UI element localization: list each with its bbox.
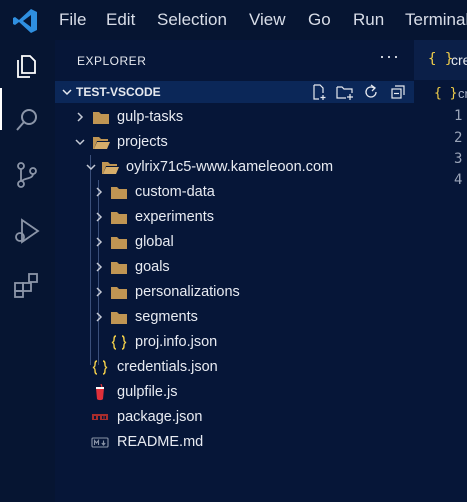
tree-item-goals[interactable]: goals	[55, 255, 414, 280]
tree-item-readme-md[interactable]: README.md	[55, 430, 414, 455]
menu-view[interactable]: View	[249, 10, 286, 30]
extensions-icon[interactable]	[12, 270, 42, 300]
chevron-down-icon	[62, 89, 72, 96]
menu-file[interactable]: File	[59, 10, 86, 30]
menu-bar: File Edit Selection View Go Run Terminal	[0, 0, 467, 40]
tree-item-experiments[interactable]: experiments	[55, 205, 414, 230]
tree-item-label: global	[135, 234, 174, 250]
chevron-right-icon	[96, 262, 103, 272]
tree-item-label: package.json	[117, 409, 203, 425]
tree-item-label: goals	[135, 259, 170, 275]
tree-item-label: oylrix71c5-www.kameleoon.com	[126, 159, 334, 175]
new-folder-icon[interactable]	[336, 83, 354, 101]
gulp-file-icon	[96, 384, 104, 401]
breadcrumb[interactable]: cr	[458, 86, 467, 101]
line-number: 3	[454, 151, 463, 167]
tree-item-label: proj.info.json	[135, 334, 218, 350]
tree-item-global[interactable]: global	[55, 230, 414, 255]
menu-go[interactable]: Go	[308, 10, 331, 30]
tree-item-package-json[interactable]: package.json	[55, 405, 414, 430]
chevron-right-icon	[96, 287, 103, 297]
folder-icon	[111, 237, 127, 249]
chevron-right-icon	[96, 212, 103, 222]
tree-item-label: personalizations	[135, 284, 240, 300]
folder-open-icon	[102, 162, 119, 174]
tree-item-label: gulp-tasks	[117, 109, 184, 125]
editor-area: { } cre { } cr 1 2 3 4	[414, 40, 467, 502]
tree-item-label: README.md	[117, 434, 204, 450]
json-file-icon	[92, 360, 108, 375]
line-number: 4	[454, 172, 463, 188]
tree-item-personalizations[interactable]: personalizations	[55, 280, 414, 305]
tree-item-label: credentials.json	[117, 359, 218, 375]
tree-item-proj-info-json[interactable]: proj.info.json	[55, 330, 414, 355]
tree-item-gulpfile-js[interactable]: gulpfile.js	[55, 380, 414, 405]
refresh-icon[interactable]	[362, 83, 380, 101]
tab-label: cre	[451, 52, 467, 68]
tree-item-label: gulpfile.js	[117, 384, 178, 400]
workspace-title: TEST-VSCODE	[76, 85, 161, 99]
collapse-all-icon[interactable]	[389, 83, 407, 101]
chevron-down-icon	[75, 139, 85, 146]
activity-bar	[0, 40, 55, 502]
menu-run[interactable]: Run	[353, 10, 384, 30]
more-actions-icon[interactable]: ···	[379, 46, 400, 67]
active-indicator	[0, 88, 2, 130]
chevron-right-icon	[96, 187, 103, 197]
explorer-title: EXPLORER	[77, 54, 147, 68]
tree-item-label: custom-data	[135, 184, 215, 200]
tree-item-segments[interactable]: segments	[55, 305, 414, 330]
tree-item-project-root[interactable]: oylrix71c5-www.kameleoon.com	[55, 155, 414, 180]
chevron-right-icon	[96, 237, 103, 247]
json-file-icon	[111, 335, 127, 350]
tree-item-custom-data[interactable]: custom-data	[55, 180, 414, 205]
new-file-icon[interactable]	[310, 83, 328, 101]
explorer-icon[interactable]	[12, 51, 42, 81]
explorer-sidebar: EXPLORER ··· TEST-VSCODE gulp-tasks proj…	[55, 40, 414, 502]
search-icon[interactable]	[12, 105, 42, 135]
npm-file-icon	[92, 414, 108, 420]
line-number: 1	[454, 108, 463, 124]
json-file-icon: { }	[428, 51, 454, 67]
folder-open-icon	[93, 137, 110, 149]
vscode-logo-icon[interactable]	[12, 8, 38, 34]
chevron-down-icon	[86, 164, 96, 171]
chevron-right-icon	[77, 112, 84, 122]
menu-edit[interactable]: Edit	[106, 10, 135, 30]
folder-icon	[111, 187, 127, 199]
folder-icon	[111, 262, 127, 274]
json-file-icon: { }	[434, 86, 458, 101]
editor-tab[interactable]: { } cre	[414, 40, 467, 80]
tree-item-label: segments	[135, 309, 198, 325]
tree-item-label: projects	[117, 134, 168, 150]
source-control-icon[interactable]	[12, 160, 42, 190]
workspace-section-header[interactable]: TEST-VSCODE	[55, 81, 414, 103]
tree-item-projects[interactable]: projects	[55, 130, 414, 155]
chevron-right-icon	[96, 312, 103, 322]
tree-item-gulp-tasks[interactable]: gulp-tasks	[55, 105, 414, 130]
menu-selection[interactable]: Selection	[157, 10, 227, 30]
folder-icon	[93, 112, 109, 124]
folder-icon	[111, 312, 127, 324]
menu-terminal[interactable]: Terminal	[405, 10, 467, 30]
markdown-file-icon	[91, 437, 109, 448]
run-debug-icon[interactable]	[12, 216, 42, 246]
folder-icon	[111, 287, 127, 299]
tree-item-credentials-json[interactable]: credentials.json	[55, 355, 414, 380]
folder-icon	[111, 212, 127, 224]
line-number: 2	[454, 130, 463, 146]
tree-item-label: experiments	[135, 209, 214, 225]
